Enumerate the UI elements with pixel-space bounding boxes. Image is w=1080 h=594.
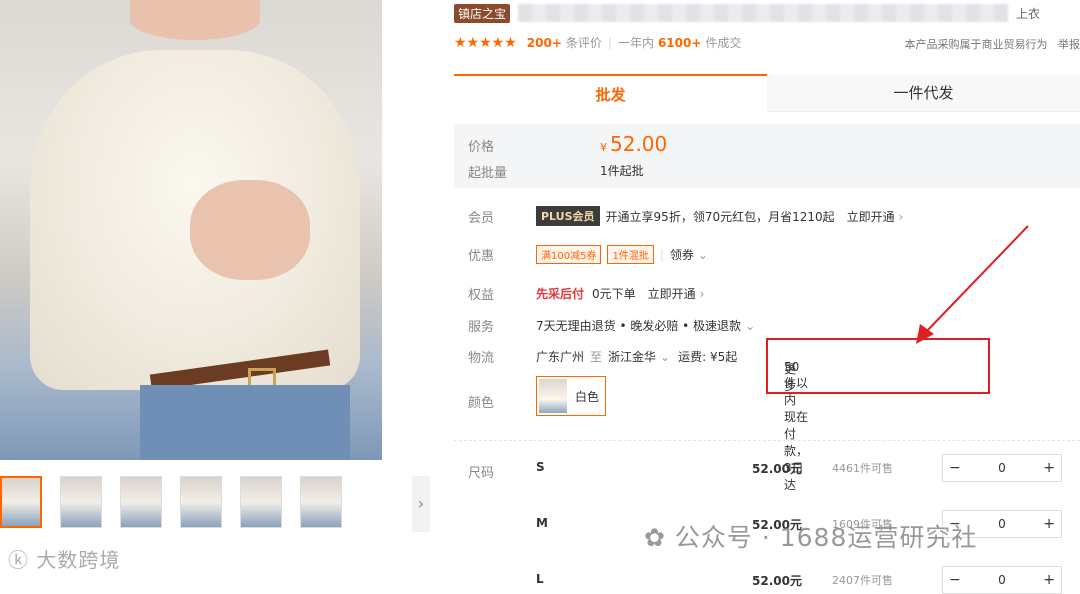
member-row: 会员 PLUS会员 开通立享95折，领70元红包，月省1210起 立即开通› [468,206,903,226]
chevron-down-icon[interactable]: ⌄ [660,350,670,364]
price-box: 价格 起批量 ¥52.00 1件起批 [454,124,1080,188]
pay-later-tag: 先采后付 [536,285,584,302]
size-row: S 52.00元 4461件可售 − 0 + [536,454,1066,482]
delivery-info[interactable]: 50件以内 现在付款，3日达 更多⌄ [776,350,784,364]
color-swatch [539,379,567,413]
tab-wholesale[interactable]: 批发 [454,74,767,112]
moq-label: 起批量 [468,162,507,181]
thumbnail[interactable] [0,476,42,528]
sold-label: 件成交 [705,34,741,51]
plus-member-badge: PLUS会员 [536,206,600,226]
model-face [130,0,260,40]
quantity-stepper[interactable]: − 0 + [942,566,1062,594]
thumbnail[interactable] [240,476,282,528]
report-link[interactable]: 举报 [1058,38,1080,51]
brand-watermark: ⓚ 大数跨境 [8,544,120,573]
review-count[interactable]: 200+ [527,36,562,50]
divider [454,440,1080,441]
chevron-down-icon: ⌄ [788,360,798,374]
coupon-badge: 1件混批 [607,245,653,264]
jeans [140,385,350,460]
blurred-title [518,4,1008,22]
minus-icon[interactable]: − [949,572,961,588]
thumbnail-strip [0,476,342,528]
plus-icon[interactable]: + [1043,516,1055,532]
price-label: 价格 [468,136,494,155]
plus-icon[interactable]: + [1043,460,1055,476]
chevron-right-icon: › [700,287,705,301]
product-info-panel: 镇店之宝 上衣 ★★★★★ 200+ 条评价 | 一年内 6100+ 件成交 本… [454,0,1080,578]
plus-icon[interactable]: + [1043,572,1055,588]
color-row: 颜色 [468,392,536,411]
purchase-tabs: 批发 一件代发 [454,74,1080,112]
title-tail: 上衣 [1016,5,1040,22]
quantity-stepper[interactable]: − 0 + [942,454,1062,482]
benefit-row: 权益 先采后付 0元下单 立即开通› [468,284,704,303]
chevron-down-icon: ⌄ [698,248,708,262]
chevron-right-icon: › [899,210,904,224]
hands [190,180,310,280]
year-label: 一年内 [618,34,654,51]
chevron-right-icon[interactable]: › [412,476,430,532]
minus-icon[interactable]: − [949,460,961,476]
ship-from: 广东广州 [536,348,584,365]
member-text: 开通立享95折，领70元红包，月省1210起 [606,208,835,225]
rating-row: ★★★★★ 200+ 条评价 | 一年内 6100+ 件成交 [454,34,741,51]
quantity-value[interactable]: 0 [998,461,1006,475]
thumbnail[interactable] [180,476,222,528]
product-main-image [0,0,382,460]
moq-value: 1件起批 [600,162,644,179]
benefit-text: 0元下单 [592,285,636,302]
size-label: 尺码 [468,462,494,481]
trade-note: 本产品采购属于商业贸易行为 举报 [905,36,1080,52]
thumbnail[interactable] [60,476,102,528]
get-coupon-link[interactable]: 领券⌄ [670,246,708,263]
sold-count: 6100+ [658,36,701,50]
annotation-box: 50件以内 现在付款，3日达 更多⌄ [766,338,990,394]
tab-dropship[interactable]: 一件代发 [767,74,1080,112]
discount-row: 优惠 满100减5券 1件混批 | 领券⌄ [468,245,708,264]
ship-destination[interactable]: 浙江金华 [608,348,656,365]
color-option-white[interactable]: 白色 [536,376,606,416]
benefit-open-link[interactable]: 立即开通› [648,285,705,302]
logistics-row: 物流 广东广州 至 浙江金华 ⌄ 运费: ¥5起 [468,347,737,366]
wechat-watermark: ✿ 公众号 · 1688运营研究社 [644,518,977,554]
store-badge: 镇店之宝 [454,4,510,23]
shipping-fee: 运费: ¥5起 [678,348,737,365]
chevron-down-icon[interactable]: ⌄ [745,319,755,333]
member-open-link[interactable]: 立即开通› [847,208,904,225]
service-row: 服务 7天无理由退货 • 晚发必赔 • 极速退款 ⌄ [468,316,755,335]
service-text[interactable]: 7天无理由退货 • 晚发必赔 • 极速退款 [536,317,741,334]
quantity-value[interactable]: 0 [998,517,1006,531]
quantity-value[interactable]: 0 [998,573,1006,587]
price-value: ¥52.00 [600,132,667,156]
coupon-badge: 满100减5券 [536,245,601,264]
thumbnail[interactable] [300,476,342,528]
star-rating: ★★★★★ [454,35,517,51]
review-label: 条评价 [566,34,602,51]
thumbnail[interactable] [120,476,162,528]
size-row: L 52.00元 2407件可售 − 0 + [536,566,1066,594]
